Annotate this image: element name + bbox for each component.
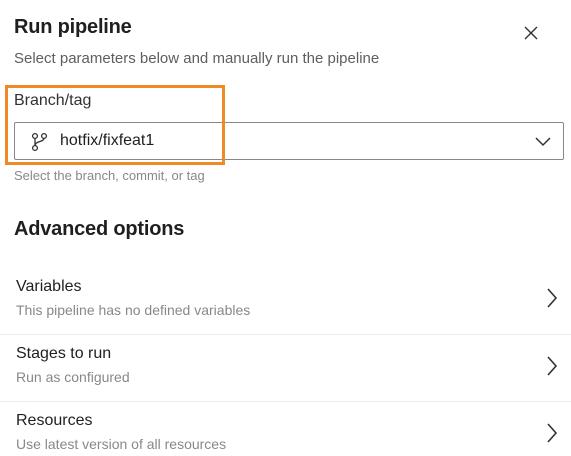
option-row-variables[interactable]: Variables This pipeline has no defined v… xyxy=(0,267,571,333)
option-row-resources[interactable]: Resources Use latest version of all reso… xyxy=(0,401,571,456)
panel-title: Run pipeline xyxy=(14,16,132,38)
chevron-right-icon xyxy=(547,356,558,376)
chevron-down-icon xyxy=(535,137,551,147)
run-pipeline-panel: Run pipeline Select parameters below and… xyxy=(0,0,571,456)
option-title: Stages to run xyxy=(16,345,112,362)
option-title: Variables xyxy=(16,278,82,295)
chevron-right-icon xyxy=(547,288,558,308)
close-button[interactable] xyxy=(518,20,544,46)
option-subtitle: Run as configured xyxy=(16,369,130,385)
option-row-stages-to-run[interactable]: Stages to run Run as configured xyxy=(0,334,571,400)
option-subtitle: This pipeline has no defined variables xyxy=(16,302,251,318)
option-title: Resources xyxy=(16,412,93,429)
branch-helper-text: Select the branch, commit, or tag xyxy=(14,168,205,183)
panel-subtitle: Select parameters below and manually run… xyxy=(14,50,380,67)
advanced-options-title: Advanced options xyxy=(14,218,185,240)
option-subtitle: Use latest version of all resources xyxy=(16,436,227,452)
chevron-right-icon xyxy=(547,423,558,443)
close-icon xyxy=(524,26,538,40)
branch-highlight-box xyxy=(5,85,225,165)
